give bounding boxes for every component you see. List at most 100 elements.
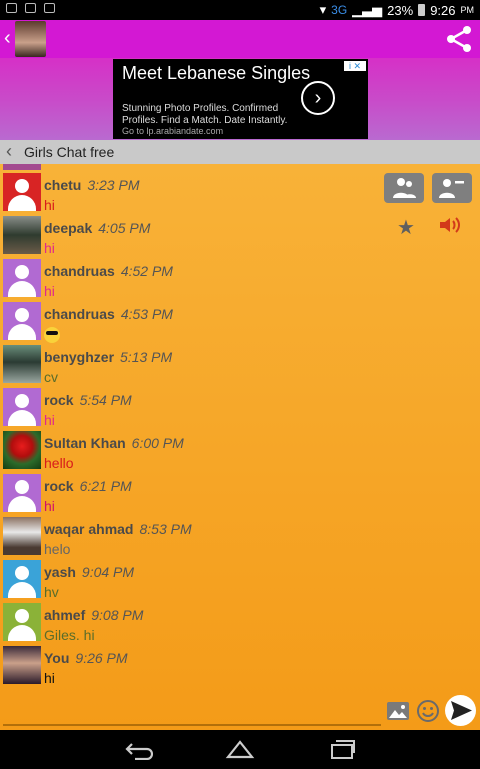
remove-user-button[interactable]: [432, 173, 472, 203]
message-row: deepak 4:05 PM hi: [0, 214, 380, 257]
message-author: waqar ahmad 8:53 PM: [44, 521, 192, 537]
message-row: rock 6:21 PM hi: [0, 472, 380, 515]
recents-nav-icon[interactable]: [328, 738, 358, 760]
notification-icons: [6, 3, 55, 13]
home-nav-icon[interactable]: [225, 738, 255, 760]
app-bar: ‹: [0, 20, 480, 58]
emoji-icon[interactable]: [416, 699, 440, 723]
message-text: helo: [44, 541, 71, 557]
message-input[interactable]: [3, 724, 381, 726]
user-avatar[interactable]: [3, 646, 41, 684]
chevron-left-icon[interactable]: ‹: [4, 27, 11, 50]
ad-body: Stunning Photo Profiles. Confirmed Profi…: [122, 103, 288, 126]
user-avatar[interactable]: [3, 216, 41, 254]
wifi-icon: ▾: [319, 2, 327, 17]
ad-banner[interactable]: i ✕ Meet Lebanese Singles Stunning Photo…: [113, 59, 368, 139]
message-time: 9:26 PM: [75, 650, 128, 666]
message-row: chandruas 4:52 PM hi: [0, 257, 380, 300]
chevron-right-icon[interactable]: ›: [301, 81, 335, 115]
user-avatar[interactable]: [3, 388, 41, 426]
message-author: chandruas 4:53 PM: [44, 306, 173, 322]
message-author: benyghzer 5:13 PM: [44, 349, 173, 365]
user-avatar[interactable]: [3, 259, 41, 297]
chevron-left-icon[interactable]: ‹: [6, 141, 12, 162]
message-author: chetu 3:23 PM: [44, 177, 140, 193]
status-bar: ▾ 3G ▁▃▅ 23% 9:26 PM: [0, 0, 480, 20]
message-row: ahmef 9:08 PM Giles. hi: [0, 601, 380, 644]
battery-icon: [418, 4, 426, 16]
chat-messages[interactable]: chetu 3:23 PM hi deepak 4:05 PM hi chandru…: [0, 164, 480, 730]
ad-url: Go to lp.arabiandate.com: [122, 126, 224, 136]
star-icon[interactable]: ★: [397, 215, 415, 240]
message-text: hv: [44, 584, 59, 600]
navigation-bar: [0, 730, 480, 769]
user-avatar[interactable]: [3, 302, 41, 340]
message-row: chetu 3:23 PM hi: [0, 171, 380, 214]
message-row: benyghzer 5:13 PM cv: [0, 343, 380, 386]
gallery-notification-icon: [44, 3, 55, 13]
message-row: rock 5:54 PM hi: [0, 386, 380, 429]
message-text: hi: [44, 283, 55, 299]
partial-message: [3, 164, 41, 170]
message-row: You 9:26 PM hi: [0, 644, 380, 687]
battery-percent: 23%: [387, 2, 414, 18]
share-icon[interactable]: [444, 24, 474, 54]
user-avatar[interactable]: [3, 603, 41, 641]
message-row: chandruas 4:53 PM: [0, 300, 380, 344]
ad-area: i ✕ Meet Lebanese Singles Stunning Photo…: [0, 58, 480, 140]
message-row: Sultan Khan 6:00 PM hello: [0, 429, 380, 472]
message-text: hi: [44, 197, 55, 213]
message-time: 6:21 PM: [79, 478, 132, 494]
user-avatar[interactable]: [3, 431, 41, 469]
back-nav-icon[interactable]: [123, 738, 153, 760]
user-minus-icon: [439, 179, 464, 198]
image-icon[interactable]: [386, 700, 410, 722]
message-author: chandruas 4:52 PM: [44, 263, 173, 279]
message-row: yash 9:04 PM hv: [0, 558, 380, 601]
add-user-button[interactable]: [384, 173, 424, 203]
message-time: 5:54 PM: [79, 392, 132, 408]
message-time: 4:53 PM: [120, 306, 173, 322]
clock-ampm: PM: [460, 5, 475, 15]
message-text: hi: [44, 498, 55, 514]
message-text: cv: [44, 369, 58, 385]
user-avatar[interactable]: [3, 517, 41, 555]
message-time: 3:23 PM: [87, 177, 140, 193]
message-text: hello: [44, 455, 74, 471]
signal-icon: ▁▃▅: [352, 2, 383, 17]
message-time: 4:52 PM: [120, 263, 173, 279]
user-avatar[interactable]: [3, 345, 41, 383]
message-time: 9:08 PM: [91, 607, 144, 623]
cool-emoji-icon: [44, 327, 60, 344]
user-avatar[interactable]: [3, 560, 41, 598]
speaker-icon[interactable]: [438, 215, 462, 235]
profile-avatar[interactable]: [15, 21, 46, 57]
send-button[interactable]: [445, 695, 476, 726]
adchoices-icon[interactable]: i ✕: [344, 61, 366, 71]
chat-room-title: Girls Chat free: [24, 144, 115, 160]
message-text: Giles. hi: [44, 627, 95, 643]
network-type: 3G: [331, 3, 348, 17]
message-notification-icon: [25, 3, 36, 13]
status-right: ▾ 3G ▁▃▅ 23% 9:26 PM: [320, 2, 474, 18]
message-time: 5:13 PM: [120, 349, 173, 365]
chat-header: ‹ Girls Chat free: [0, 140, 480, 164]
message-author: rock 5:54 PM: [44, 392, 132, 408]
message-text: hi: [44, 670, 55, 686]
message-time: 9:04 PM: [81, 564, 135, 580]
message-author: Sultan Khan 6:00 PM: [44, 435, 184, 451]
message-author: ahmef 9:08 PM: [44, 607, 144, 623]
message-author: yash 9:04 PM: [44, 564, 135, 580]
send-icon: [451, 701, 472, 720]
user-avatar[interactable]: [3, 173, 41, 211]
user-avatar[interactable]: [3, 474, 41, 512]
notification-icon: [6, 3, 17, 13]
clock: 9:26: [430, 2, 456, 18]
message-text: hi: [44, 412, 55, 428]
message-text: [44, 326, 60, 344]
message-author: rock 6:21 PM: [44, 478, 132, 494]
ad-headline: Meet Lebanese Singles: [122, 63, 311, 83]
message-author: deepak 4:05 PM: [44, 220, 151, 236]
message-text: hi: [44, 240, 55, 256]
message-row: waqar ahmad 8:53 PM helo: [0, 515, 380, 558]
